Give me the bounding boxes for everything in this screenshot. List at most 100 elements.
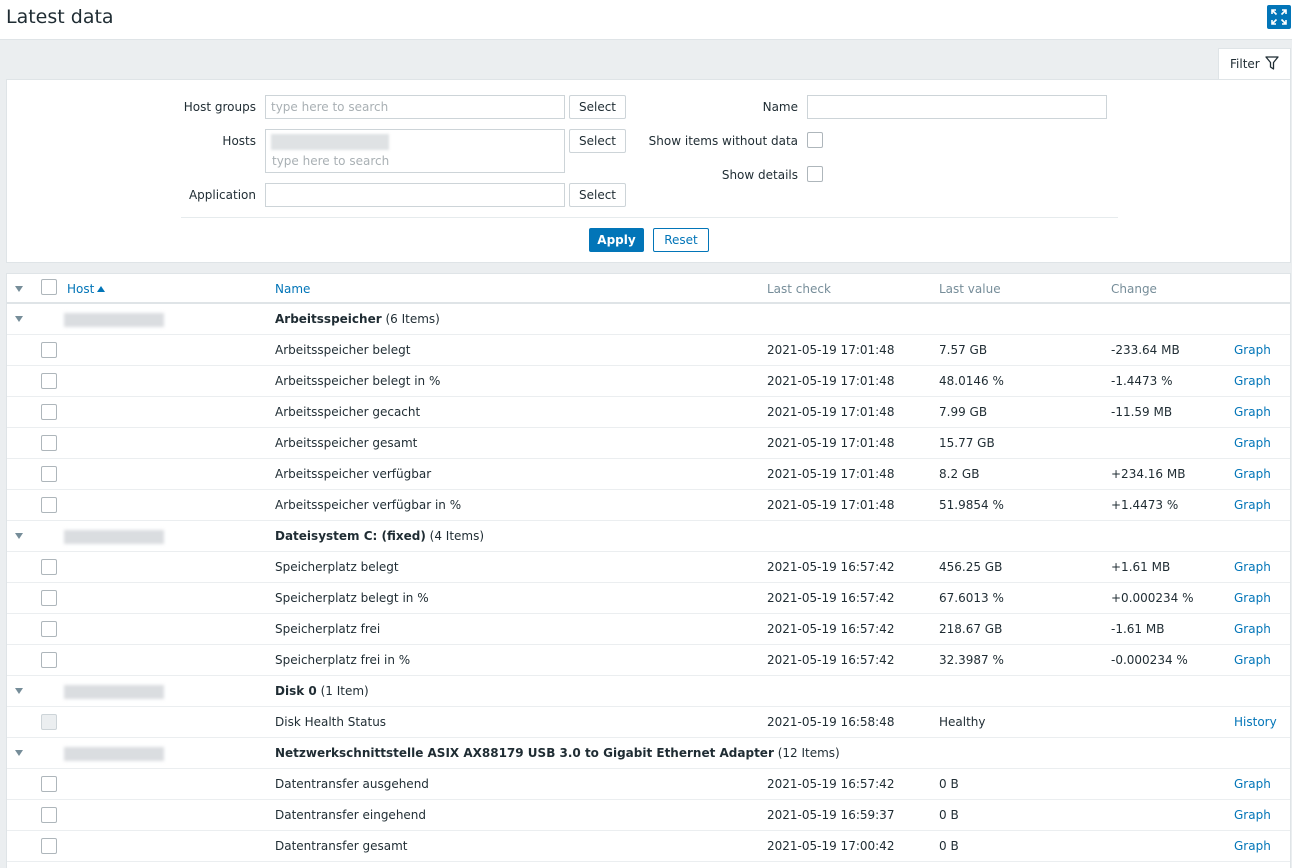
group-title: Dateisystem C: (fixed) (4 Items) — [275, 529, 484, 543]
collapse-all-toggle-icon[interactable] — [15, 286, 23, 292]
item-graph-link[interactable]: Graph — [1234, 777, 1271, 791]
item-checkbox[interactable] — [41, 373, 57, 389]
application-input[interactable] — [265, 183, 565, 207]
item-checkbox[interactable] — [41, 776, 57, 792]
item-name: Datentransfer ausgehend — [275, 777, 429, 791]
group-toggle-icon[interactable] — [15, 688, 23, 694]
filter-tab[interactable]: Filter — [1218, 48, 1291, 80]
table-row: Speicherplatz frei 2021-05-19 16:57:42 218… — [7, 614, 1290, 645]
table-row: Speicherplatz belegt in % 2021-05-19 16:5… — [7, 583, 1290, 614]
show-details-checkbox[interactable] — [807, 166, 823, 182]
select-all-checkbox[interactable] — [41, 279, 57, 295]
item-last-value: 7.57 GB — [939, 343, 988, 357]
table-header: Host Name Last check Last value Change — [7, 274, 1290, 304]
item-graph-link[interactable]: Graph — [1234, 560, 1271, 574]
item-last-value: 0 B — [939, 839, 959, 853]
column-name[interactable]: Name — [275, 282, 310, 296]
application-label: Application — [188, 188, 256, 202]
apply-button[interactable]: Apply — [589, 228, 644, 252]
group-count: (4 Items) — [429, 529, 485, 543]
item-last-check: 2021-05-19 16:57:42 — [767, 591, 895, 605]
group-toggle-icon[interactable] — [15, 750, 23, 756]
group-row: Disk 0 (1 Item) — [7, 676, 1290, 707]
host-groups-input[interactable] — [265, 95, 565, 119]
host-groups-select-button[interactable]: Select — [569, 95, 626, 119]
item-last-value: 7.99 GB — [939, 405, 988, 419]
item-checkbox[interactable] — [41, 435, 57, 451]
group-count: (6 Items) — [385, 312, 440, 326]
item-graph-link[interactable]: Graph — [1234, 653, 1271, 667]
table-row: Datentransfer eingehend 2021-05-19 16:59:… — [7, 800, 1290, 831]
host-name[interactable] — [64, 530, 164, 544]
item-graph-link[interactable]: Graph — [1234, 374, 1271, 388]
show-items-without-data-checkbox[interactable] — [807, 132, 823, 148]
item-graph-link[interactable]: Graph — [1234, 622, 1271, 636]
latest-data-table: Host Name Last check Last value Change A… — [6, 273, 1291, 868]
table-row: Arbeitsspeicher verfügbar in % 2021-05-19… — [7, 490, 1290, 521]
fullscreen-button[interactable] — [1267, 5, 1291, 29]
item-checkbox[interactable] — [41, 497, 57, 513]
item-graph-link[interactable]: Graph — [1234, 839, 1271, 853]
filter-panel: Host groups Select Hosts type here to se… — [6, 79, 1291, 263]
item-change: +234.16 MB — [1111, 467, 1186, 481]
column-last-value: Last value — [939, 282, 1001, 296]
group-toggle-icon[interactable] — [15, 533, 23, 539]
item-checkbox[interactable] — [41, 652, 57, 668]
item-name: Arbeitsspeicher verfügbar in % — [275, 498, 462, 512]
host-name[interactable] — [64, 313, 164, 327]
group-row: Arbeitsspeicher (6 Items) — [7, 304, 1290, 335]
item-last-check: 2021-05-19 17:01:48 — [767, 436, 895, 450]
column-host-label: Host — [67, 282, 95, 296]
item-checkbox[interactable] — [41, 342, 57, 358]
column-change: Change — [1111, 282, 1157, 296]
show-items-without-data-label: Show items without data — [648, 134, 798, 148]
item-name: Arbeitsspeicher verfügbar — [275, 467, 432, 481]
item-last-check: 2021-05-19 16:58:48 — [767, 715, 895, 729]
host-name[interactable] — [64, 685, 164, 699]
item-checkbox[interactable] — [41, 838, 57, 854]
item-checkbox[interactable] — [41, 559, 57, 575]
name-input[interactable] — [807, 95, 1107, 119]
column-host[interactable]: Host — [67, 282, 106, 296]
item-checkbox[interactable] — [41, 466, 57, 482]
group-row: Dateisystem C: (fixed) (4 Items) — [7, 521, 1290, 552]
item-last-value: 15.77 GB — [939, 436, 995, 450]
host-name[interactable] — [64, 747, 164, 761]
application-select-button[interactable]: Select — [569, 183, 626, 207]
item-checkbox[interactable] — [41, 404, 57, 420]
item-graph-link[interactable]: Graph — [1234, 343, 1271, 357]
hosts-select-button[interactable]: Select — [569, 129, 626, 153]
item-graph-link[interactable]: History — [1234, 715, 1277, 729]
item-graph-link[interactable]: Graph — [1234, 808, 1271, 822]
item-graph-link[interactable]: Graph — [1234, 591, 1271, 605]
filter-divider — [181, 217, 1118, 218]
item-last-check: 2021-05-19 17:01:48 — [767, 374, 895, 388]
page-title: Latest data — [6, 6, 114, 28]
item-name: Datentransfer eingehend — [275, 808, 427, 822]
group-toggle-icon[interactable] — [15, 316, 23, 322]
item-checkbox[interactable] — [41, 807, 57, 823]
item-change: -11.59 MB — [1111, 405, 1173, 419]
item-graph-link[interactable]: Graph — [1234, 498, 1271, 512]
column-last-check: Last check — [767, 282, 831, 296]
item-graph-link[interactable]: Graph — [1234, 467, 1271, 481]
host-groups-label: Host groups — [183, 100, 256, 114]
item-checkbox[interactable] — [41, 590, 57, 606]
page-header: Latest data — [0, 0, 1292, 40]
table-row: Arbeitsspeicher gesamt 2021-05-19 17:01:4… — [7, 428, 1290, 459]
item-last-value: 8.2 GB — [939, 467, 980, 481]
item-change: +1.61 MB — [1111, 560, 1171, 574]
item-change: -233.64 MB — [1111, 343, 1180, 357]
hosts-label: Hosts — [222, 134, 256, 148]
hosts-multiselect[interactable]: type here to search — [265, 129, 565, 173]
reset-button[interactable]: Reset — [653, 228, 709, 252]
item-name: Arbeitsspeicher gecacht — [275, 405, 421, 419]
host-chip[interactable] — [271, 134, 389, 150]
item-graph-link[interactable]: Graph — [1234, 436, 1271, 450]
item-graph-link[interactable]: Graph — [1234, 405, 1271, 419]
table-row: Arbeitsspeicher gecacht 2021-05-19 17:01:… — [7, 397, 1290, 428]
group-row: Netzwerkschnittstelle ASIX AX88179 USB 3… — [7, 738, 1290, 769]
item-change: -0.000234 % — [1111, 653, 1188, 667]
item-checkbox[interactable] — [41, 621, 57, 637]
item-change: -1.61 MB — [1111, 622, 1165, 636]
